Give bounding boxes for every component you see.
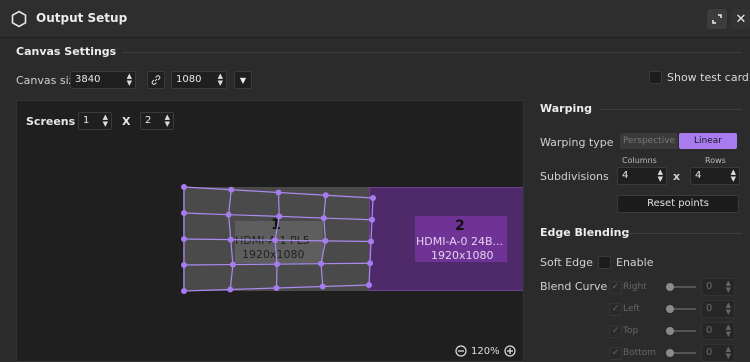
- blend-top-checkbox[interactable]: ✓: [609, 325, 622, 338]
- show-test-card-checkbox[interactable]: [649, 71, 662, 84]
- link-icon: [151, 75, 161, 85]
- subdivisions-label: Subdivisions: [540, 170, 609, 183]
- divider: [626, 233, 742, 234]
- show-test-card-label: Show test card: [667, 71, 749, 84]
- window-title: Output Setup: [36, 11, 128, 25]
- blend-left-label: Left: [623, 304, 640, 314]
- spin-arrows-icon[interactable]: ▲ ▼: [127, 73, 132, 87]
- soft-edge-enable-label: Enable: [616, 256, 654, 269]
- blend-bottom-checkbox[interactable]: ✓: [609, 347, 622, 360]
- blend-top-input[interactable]: 0 ▲ ▼: [701, 322, 735, 340]
- warp-control-point[interactable]: [318, 260, 325, 267]
- canvas-width-input[interactable]: 3840 ▲ ▼: [70, 71, 136, 89]
- zoom-out-icon[interactable]: [455, 345, 467, 357]
- warp-control-point[interactable]: [273, 285, 280, 291]
- soft-edge-label: Soft Edge: [540, 256, 593, 269]
- soft-edge-enable-checkbox[interactable]: [598, 256, 611, 269]
- warp-control-point[interactable]: [319, 283, 326, 290]
- blend-right-slider[interactable]: [666, 282, 696, 292]
- spin-arrows-icon[interactable]: ▲ ▼: [218, 73, 223, 87]
- blend-top-value: 0: [706, 325, 713, 336]
- blend-right-value: 0: [706, 281, 713, 292]
- restore-icon: [712, 14, 722, 24]
- warp-control-point[interactable]: [322, 237, 329, 244]
- warp-control-point[interactable]: [320, 215, 327, 222]
- spin-arrows-icon[interactable]: ▲ ▼: [726, 324, 731, 338]
- rows-input[interactable]: 4 ▲ ▼: [690, 167, 740, 185]
- spin-arrows-icon[interactable]: ▲ ▼: [658, 169, 663, 183]
- canvas-height-input[interactable]: 1080 ▲ ▼: [171, 71, 227, 89]
- app-hexagon-icon: [11, 10, 27, 28]
- chevron-down-icon: ▼: [239, 75, 247, 85]
- warp-control-point[interactable]: [225, 211, 232, 218]
- reset-points-button[interactable]: Reset points: [617, 195, 739, 213]
- resolution-dropdown-button[interactable]: ▼: [234, 71, 252, 89]
- blend-bottom-value: 0: [706, 347, 713, 358]
- blend-left-input[interactable]: 0 ▲ ▼: [701, 300, 735, 318]
- blend-bottom-label: Bottom: [623, 348, 657, 358]
- warp-control-point[interactable]: [227, 286, 234, 293]
- blend-right-label: Right: [623, 282, 647, 292]
- link-dimensions-button[interactable]: [147, 71, 165, 89]
- blend-top-slider[interactable]: [666, 326, 696, 336]
- divider: [600, 109, 742, 110]
- warp-control-point[interactable]: [181, 288, 187, 294]
- warp-control-point[interactable]: [275, 189, 282, 196]
- blend-right-checkbox[interactable]: ✓: [609, 281, 622, 294]
- warping-type-perspective[interactable]: Perspective: [620, 133, 678, 149]
- warp-control-point[interactable]: [369, 216, 375, 223]
- warp-control-point[interactable]: [181, 262, 187, 268]
- restore-button[interactable]: [707, 9, 727, 29]
- warping-type-label: Warping type: [540, 136, 614, 149]
- blend-left-checkbox[interactable]: ✓: [609, 303, 622, 316]
- warp-control-point[interactable]: [181, 210, 187, 216]
- canvas-preview[interactable]: Screens 1 ▲ ▼ X 2 ▲ ▼ 2 HDMI-A-0 24B... 19…: [16, 100, 524, 362]
- spin-arrows-icon[interactable]: ▲ ▼: [726, 302, 731, 316]
- spin-arrows-icon[interactable]: ▲ ▼: [726, 280, 731, 294]
- spin-arrows-icon[interactable]: ▲ ▼: [726, 346, 731, 360]
- warp-control-point[interactable]: [367, 260, 373, 267]
- subdivisions-times-label: x: [673, 170, 681, 183]
- close-icon: ✕: [735, 11, 747, 27]
- zoom-in-icon[interactable]: [503, 345, 516, 357]
- blend-bottom-slider[interactable]: [666, 348, 696, 358]
- columns-value: 4: [622, 170, 629, 181]
- columns-label: Columns: [622, 156, 657, 165]
- canvas-settings-title: Canvas Settings: [16, 45, 117, 58]
- blend-curve-label: Blend Curve: [540, 280, 608, 293]
- blend-right-input[interactable]: 0 ▲ ▼: [701, 278, 735, 296]
- canvas-height-value: 1080: [176, 74, 202, 85]
- warp-control-point[interactable]: [181, 236, 187, 242]
- warp-control-point[interactable]: [274, 261, 280, 268]
- rows-value: 4: [695, 170, 702, 181]
- warp-control-point[interactable]: [272, 237, 279, 244]
- warp-grid[interactable]: [17, 101, 524, 362]
- blend-left-slider[interactable]: [666, 304, 696, 314]
- warp-control-point[interactable]: [322, 192, 329, 199]
- warping-type-linear[interactable]: Linear: [679, 133, 737, 149]
- rows-label: Rows: [705, 156, 726, 165]
- warp-control-point[interactable]: [228, 186, 235, 193]
- blend-left-value: 0: [706, 303, 713, 314]
- warp-control-point[interactable]: [227, 236, 234, 243]
- blend-bottom-input[interactable]: 0 ▲ ▼: [701, 344, 735, 362]
- columns-input[interactable]: 4 ▲ ▼: [617, 167, 667, 185]
- warp-control-point[interactable]: [181, 184, 187, 190]
- canvas-width-value: 3840: [75, 74, 101, 85]
- warp-control-point[interactable]: [370, 195, 376, 201]
- divider: [122, 52, 742, 53]
- zoom-control: 120%: [455, 345, 516, 357]
- spin-arrows-icon[interactable]: ▲ ▼: [731, 169, 736, 183]
- warp-control-point[interactable]: [229, 261, 236, 268]
- title-bar: Output Setup ✕: [0, 0, 750, 38]
- close-button[interactable]: ✕: [731, 9, 750, 29]
- warp-control-point[interactable]: [366, 282, 372, 288]
- edge-blending-title: Edge Blending: [540, 226, 630, 239]
- zoom-level: 120%: [471, 345, 500, 357]
- warp-control-point[interactable]: [368, 238, 374, 245]
- blend-top-label: Top: [623, 326, 639, 336]
- warp-control-point[interactable]: [276, 213, 283, 220]
- warping-title: Warping: [540, 102, 592, 115]
